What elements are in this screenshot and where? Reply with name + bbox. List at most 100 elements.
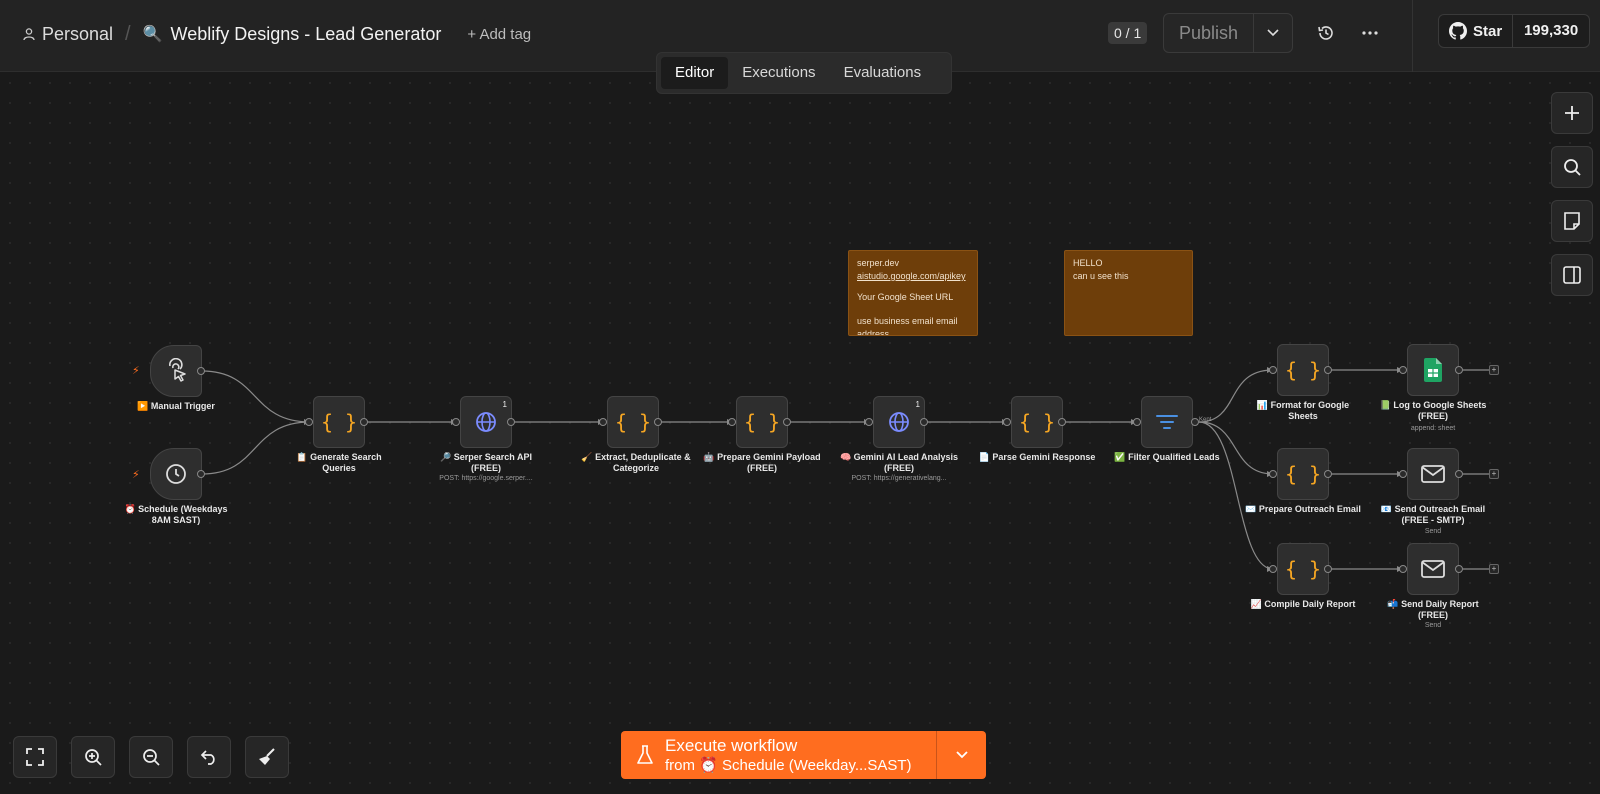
execute-trigger-dropdown[interactable] [937, 731, 986, 779]
output-port[interactable] [360, 418, 368, 426]
node-schedule-trigger[interactable] [150, 448, 202, 500]
toggle-panel-button[interactable] [1551, 254, 1593, 296]
code-braces-icon: { } [1018, 410, 1056, 434]
zoom-in-icon [85, 749, 102, 766]
zoom-in-button[interactable] [71, 736, 115, 778]
zoom-out-button[interactable] [129, 736, 173, 778]
connection-lines [201, 367, 1489, 572]
pointer-click-icon [169, 358, 186, 382]
input-port[interactable] [1003, 418, 1011, 426]
run-count-badge: 1 [915, 400, 920, 409]
chevron-down-icon [955, 751, 968, 759]
node-filter-qualified-leads[interactable] [1141, 396, 1193, 448]
undo-button[interactable] [187, 736, 231, 778]
tab-executions[interactable]: Executions [728, 57, 829, 89]
input-port[interactable] [1269, 470, 1277, 478]
node-gemini-ai-analysis[interactable]: 1 [873, 396, 925, 448]
execute-workflow-button[interactable]: Execute workflow from ⏰ Schedule (Weekda… [621, 731, 937, 779]
node-label: ▶️ Manual Trigger [137, 401, 215, 411]
node-subtitle: append: sheet [1410, 425, 1456, 432]
node-subtitle: Send [1424, 622, 1442, 629]
output-port[interactable] [1058, 418, 1066, 426]
output-port[interactable] [1324, 565, 1332, 573]
node-label: ✉️ Prepare Outreach Email [1245, 504, 1361, 514]
node-send-outreach-email[interactable] [1407, 448, 1459, 500]
input-port[interactable] [305, 418, 313, 426]
node-label: 🧹 Extract, Deduplicate & Categorize [581, 452, 691, 473]
execute-workflow-label: Execute workflow [665, 736, 798, 755]
google-sheets-icon [1424, 358, 1442, 382]
output-port[interactable] [783, 418, 791, 426]
input-port[interactable] [865, 418, 873, 426]
edge-filter-to-outreach [1198, 421, 1274, 475]
input-port[interactable] [1399, 366, 1407, 374]
tab-editor[interactable]: Editor [661, 57, 729, 89]
node-generate-search-queries[interactable]: { } [313, 396, 365, 448]
output-port[interactable] [1324, 470, 1332, 478]
output-port[interactable] [1455, 366, 1463, 374]
flask-icon [637, 745, 653, 764]
node-subtitle: POST: https://google.serper.... [439, 475, 533, 482]
output-port[interactable] [1191, 418, 1199, 426]
output-port[interactable] [920, 418, 928, 426]
node-prepare-gemini-payload[interactable]: { } [736, 396, 788, 448]
output-branch-label: Kept [1199, 417, 1212, 423]
search-icon [1564, 159, 1581, 176]
input-port[interactable] [1399, 470, 1407, 478]
input-port[interactable] [1269, 366, 1277, 374]
sticky-text: HELLO [1073, 258, 1103, 268]
node-subtitle: Send [1424, 528, 1442, 535]
input-port[interactable] [728, 418, 736, 426]
input-port[interactable] [1133, 418, 1141, 426]
node-extract-deduplicate[interactable]: { } [607, 396, 659, 448]
code-braces-icon: { } [743, 410, 781, 434]
side-panel-icon [1563, 266, 1581, 284]
output-port[interactable] [197, 367, 205, 375]
node-serper-search-api[interactable]: 1 [460, 396, 512, 448]
tab-evaluations[interactable]: Evaluations [830, 57, 936, 89]
node-compile-daily-report[interactable]: { } [1277, 543, 1329, 595]
broom-icon [259, 748, 275, 765]
add-node-panel-button[interactable] [1551, 92, 1593, 134]
tidy-up-button[interactable] [245, 736, 289, 778]
fit-view-button[interactable] [13, 736, 57, 778]
output-port[interactable] [507, 418, 515, 426]
sticky-link[interactable]: aistudio.google.com/apikey [857, 270, 969, 283]
fullscreen-icon [26, 748, 44, 766]
output-port[interactable] [197, 470, 205, 478]
output-port[interactable] [1455, 565, 1463, 573]
node-parse-gemini-response[interactable]: { } [1011, 396, 1063, 448]
search-nodes-button[interactable] [1551, 146, 1593, 188]
sticky-note-hello[interactable]: HELLO can u see this [1064, 250, 1193, 336]
add-node-button[interactable]: + [1489, 564, 1499, 574]
code-braces-icon: { } [1284, 358, 1322, 382]
node-label: 🤖 Prepare Gemini Payload (FREE) [703, 452, 821, 473]
execute-from-trigger: from ⏰ Schedule (Weekday...SAST) [665, 757, 912, 774]
code-braces-icon: { } [1284, 557, 1322, 581]
edge-filter-to-report [1198, 421, 1274, 570]
node-label: 📧 Send Outreach Email (FREE - SMTP) [1380, 504, 1486, 525]
trigger-bolt-icon: ⚡ [132, 365, 140, 377]
node-log-google-sheets[interactable] [1407, 344, 1459, 396]
input-port[interactable] [1399, 565, 1407, 573]
node-manual-trigger[interactable] [150, 345, 202, 397]
input-port[interactable] [599, 418, 607, 426]
input-port[interactable] [452, 418, 460, 426]
code-braces-icon: { } [320, 410, 358, 434]
node-format-google-sheets[interactable]: { } [1277, 344, 1329, 396]
output-port[interactable] [654, 418, 662, 426]
zoom-out-icon [143, 749, 160, 766]
node-label: 🧠 Gemini AI Lead Analysis (FREE) [839, 452, 959, 473]
add-node-button[interactable]: + [1489, 365, 1499, 375]
sticky-note-api-keys[interactable]: serper.dev aistudio.google.com/apikey Yo… [848, 250, 978, 336]
output-port[interactable] [1455, 470, 1463, 478]
input-port[interactable] [1269, 565, 1277, 573]
add-node-button[interactable]: + [1489, 469, 1499, 479]
trigger-bolt-icon: ⚡ [132, 469, 140, 481]
node-send-daily-report[interactable] [1407, 543, 1459, 595]
node-prepare-outreach-email[interactable]: { } [1277, 448, 1329, 500]
output-port[interactable] [1324, 366, 1332, 374]
node-label: 🔎 Serper Search API (FREE) [440, 452, 532, 473]
add-sticky-note-button[interactable] [1551, 200, 1593, 242]
node-label: ⏰ Schedule (Weekdays 8AM SAST) [124, 504, 228, 525]
